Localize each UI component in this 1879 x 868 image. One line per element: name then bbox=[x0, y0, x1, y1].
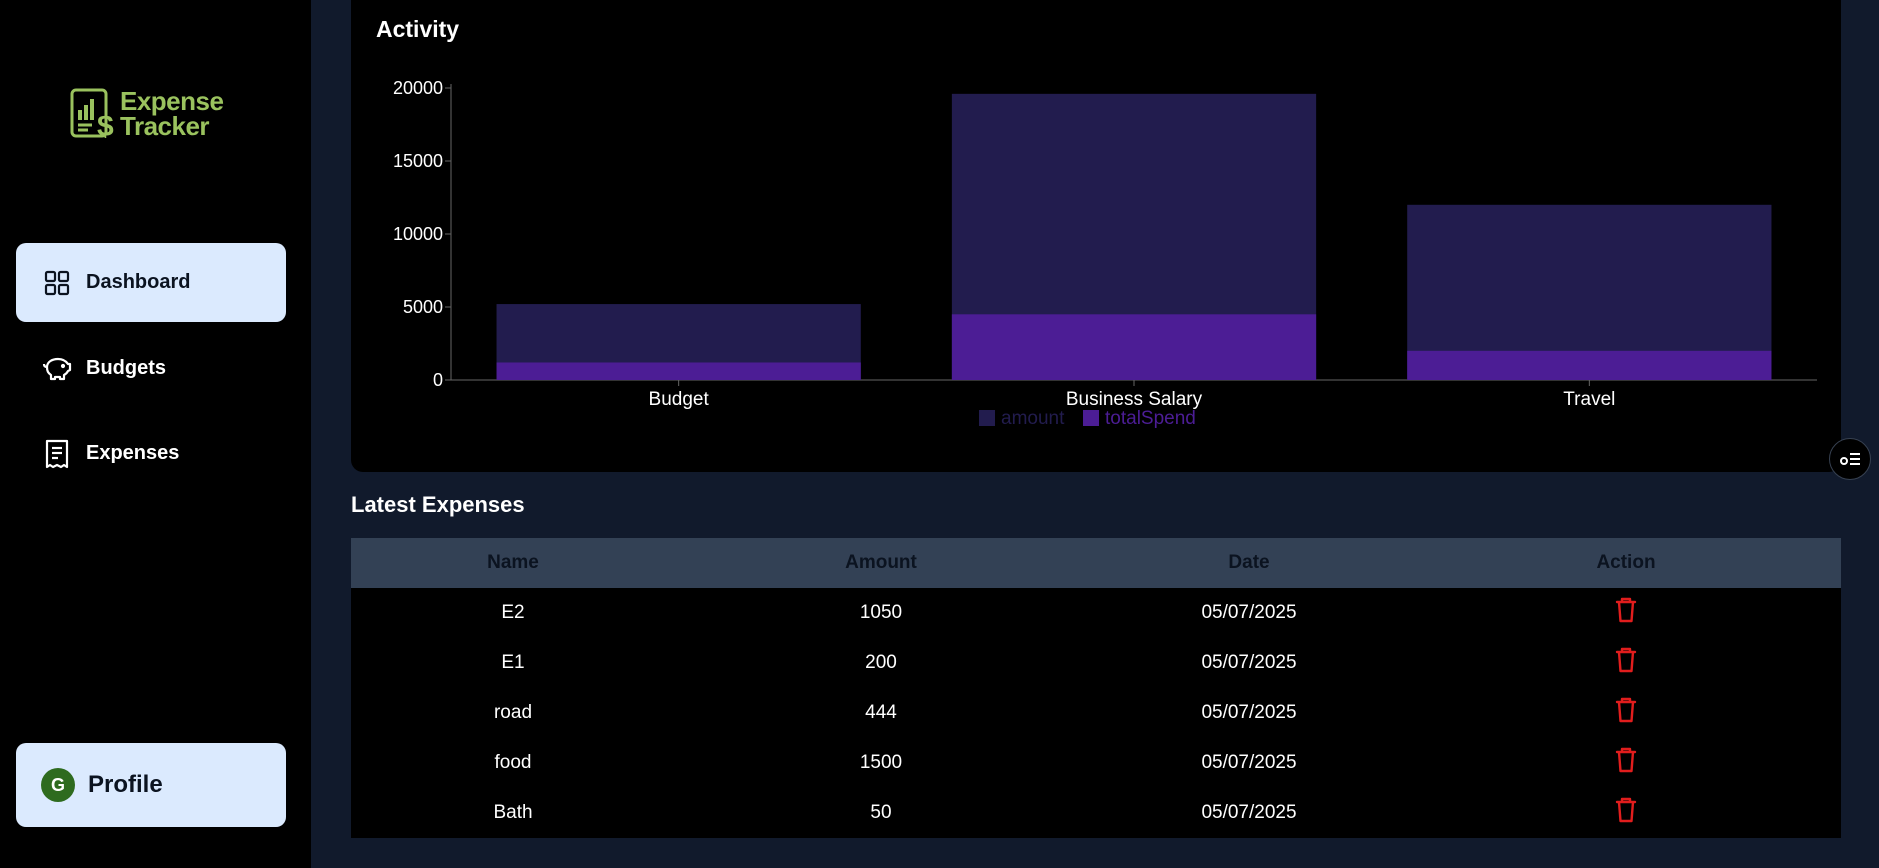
sidebar-item-label: Budgets bbox=[86, 357, 166, 379]
latest-expenses-title: Latest Expenses bbox=[351, 492, 525, 517]
trash-icon bbox=[1615, 797, 1637, 823]
expense-name: road bbox=[493, 702, 533, 723]
legend-swatch bbox=[979, 410, 995, 426]
x-tick-label: Business Salary bbox=[1066, 389, 1203, 410]
svg-text:$: $ bbox=[97, 110, 114, 140]
x-tick-label: Budget bbox=[649, 389, 710, 410]
trash-icon bbox=[1615, 597, 1637, 623]
activity-chart-card: 0 5000 10000 15000 20000 Budget Business Salar… bbox=[351, 0, 1841, 472]
bar-totalSpend bbox=[1407, 350, 1772, 380]
column-header-amount[interactable]: Amount bbox=[675, 538, 1087, 588]
trash-icon bbox=[1615, 747, 1637, 773]
x-tick-label: Travel bbox=[1563, 389, 1615, 410]
expense-name: food bbox=[494, 752, 532, 773]
expense-amount: 1500 bbox=[859, 752, 903, 773]
legend-label: totalSpend bbox=[1105, 408, 1196, 429]
expenses-table: Name Amount Date Action E2 1050 05/07/20… bbox=[351, 538, 1841, 838]
expense-date: 05/07/2025 bbox=[1201, 602, 1297, 623]
trash-icon bbox=[1615, 697, 1637, 723]
legend-label: amount bbox=[1001, 408, 1065, 429]
delete-expense-button[interactable] bbox=[1614, 696, 1638, 724]
dashboard-grid-icon bbox=[42, 268, 72, 298]
y-tick-label: 15000 bbox=[393, 151, 443, 171]
table-row: Bath 50 05/07/2025 bbox=[351, 788, 1841, 838]
delete-expense-button[interactable] bbox=[1614, 796, 1638, 824]
expense-amount: 200 bbox=[865, 652, 897, 673]
legend-swatch bbox=[1083, 410, 1099, 426]
table-header-row: Name Amount Date Action bbox=[351, 538, 1841, 588]
trash-icon bbox=[1615, 647, 1637, 673]
bar-totalSpend bbox=[496, 362, 861, 380]
expense-amount: 50 bbox=[870, 802, 892, 823]
toggle-list-icon bbox=[1840, 453, 1860, 465]
expense-name: E1 bbox=[501, 652, 525, 673]
settings-toggle-button[interactable] bbox=[1829, 438, 1871, 480]
delete-expense-button[interactable] bbox=[1614, 646, 1638, 674]
delete-expense-button[interactable] bbox=[1614, 596, 1638, 624]
y-tick-label: 10000 bbox=[393, 224, 443, 244]
delete-expense-button[interactable] bbox=[1614, 746, 1638, 774]
sidebar-item-dashboard[interactable]: Dashboard bbox=[16, 243, 286, 322]
y-tick-label: 20000 bbox=[393, 78, 443, 98]
app-logo[interactable]: $ Expense Tracker bbox=[70, 88, 224, 141]
receipt-icon bbox=[42, 439, 72, 469]
expense-date: 05/07/2025 bbox=[1201, 652, 1297, 673]
bar-totalSpend bbox=[951, 314, 1317, 380]
expense-date: 05/07/2025 bbox=[1201, 702, 1297, 723]
profile-button[interactable]: G Profile bbox=[16, 743, 286, 827]
activity-chart: 0 5000 10000 15000 20000 Budget Business Salar… bbox=[393, 78, 1817, 429]
sidebar: $ Expense Tracker Dashboard Budgets Expe… bbox=[0, 0, 311, 868]
table-row: E1 200 05/07/2025 bbox=[351, 638, 1841, 688]
column-header-date[interactable]: Date bbox=[1087, 538, 1411, 588]
logo-icon: $ bbox=[70, 88, 114, 140]
avatar: G bbox=[41, 768, 75, 802]
sidebar-item-expenses[interactable]: Expenses bbox=[16, 414, 286, 493]
expense-date: 05/07/2025 bbox=[1201, 802, 1297, 823]
y-tick-label: 5000 bbox=[403, 297, 443, 317]
sidebar-item-label: Dashboard bbox=[86, 271, 191, 293]
logo-text: Expense Tracker bbox=[120, 88, 224, 141]
logo-line-2: Tracker bbox=[120, 111, 210, 141]
expense-name: E2 bbox=[501, 602, 525, 623]
expense-name: Bath bbox=[493, 802, 533, 823]
expense-amount: 444 bbox=[865, 702, 897, 723]
y-tick-label: 0 bbox=[433, 370, 443, 390]
expense-amount: 1050 bbox=[859, 602, 903, 623]
chart-title: Activity bbox=[376, 16, 460, 42]
profile-label: Profile bbox=[88, 771, 163, 798]
column-header-name[interactable]: Name bbox=[351, 538, 675, 588]
table-row: food 1500 05/07/2025 bbox=[351, 738, 1841, 788]
column-header-action[interactable]: Action bbox=[1411, 538, 1841, 588]
piggy-bank-icon bbox=[42, 354, 72, 384]
table-row: E2 1050 05/07/2025 bbox=[351, 588, 1841, 638]
table-row: road 444 05/07/2025 bbox=[351, 688, 1841, 738]
sidebar-item-label: Expenses bbox=[86, 442, 180, 464]
sidebar-item-budgets[interactable]: Budgets bbox=[16, 329, 286, 408]
expense-date: 05/07/2025 bbox=[1201, 752, 1297, 773]
